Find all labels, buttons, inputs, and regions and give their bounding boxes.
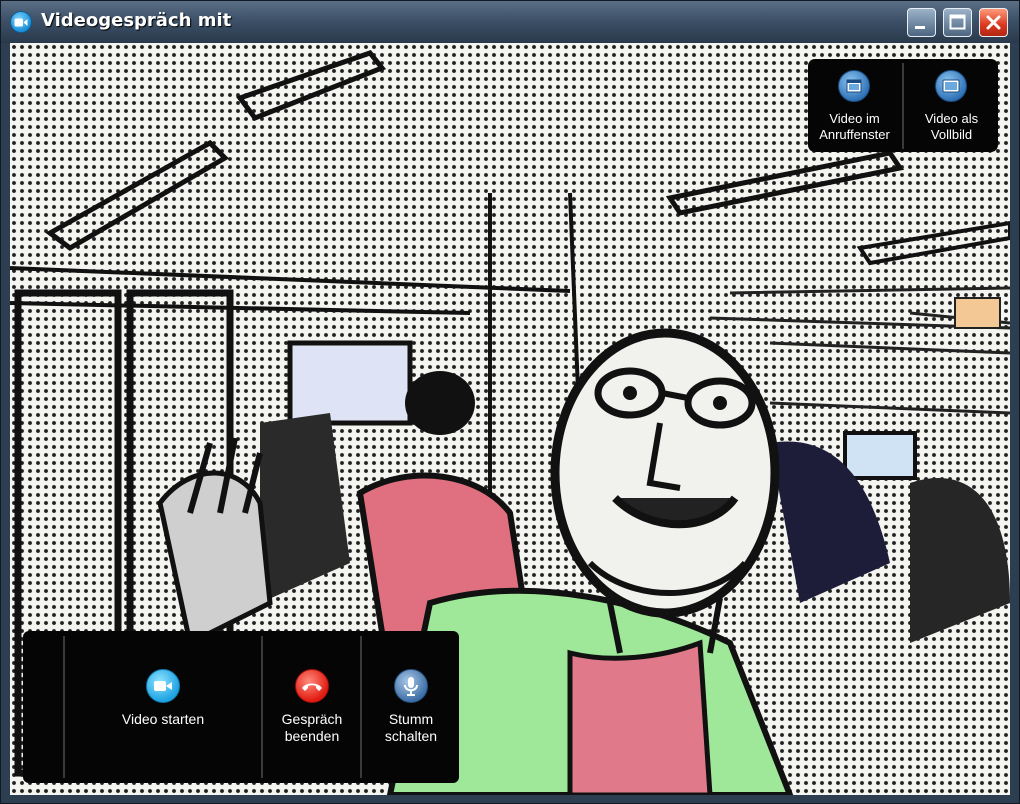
minimize-icon [915,26,925,29]
title-bar[interactable]: Videogespräch mit [1,1,1019,43]
video-call-icon [10,11,32,33]
end-call-button[interactable]: Gespräch beenden [264,631,360,783]
divider [360,636,362,778]
maximize-button[interactable] [943,8,972,37]
microphone-icon [394,669,428,703]
fullscreen-video-icon [935,70,967,102]
video-fullscreen-label: Video als Vollbild [924,111,979,142]
hang-up-icon [295,669,329,703]
video-call-window: Videogespräch mit Video im Anruffenster … [0,0,1020,804]
start-video-button[interactable]: Video starten [65,631,261,783]
mute-label: Stumm schalten [384,711,438,744]
video-fullscreen-button[interactable]: Video als Vollbild [905,59,998,152]
divider [902,63,904,149]
start-video-label: Video starten [121,711,205,727]
video-in-call-window-button[interactable]: Video im Anruffenster [808,59,901,152]
minimize-button[interactable] [907,8,936,37]
video-feed: Video im Anruffenster Video als Vollbild [10,43,1010,795]
window-title: Videogespräch mit [41,10,232,31]
windowed-video-icon [838,70,870,102]
maximize-icon [949,14,966,30]
close-button[interactable] [979,8,1008,37]
divider [261,636,263,778]
end-call-label: Gespräch beenden [281,711,343,744]
close-icon [986,15,1001,30]
call-controls: Video starten Gespräch beenden Stumm sch… [23,631,459,783]
video-in-call-window-label: Video im Anruffenster [819,111,890,142]
video-camera-icon [146,669,180,703]
mute-button[interactable]: Stumm schalten [363,631,459,783]
video-view-controls: Video im Anruffenster Video als Vollbild [808,59,998,152]
